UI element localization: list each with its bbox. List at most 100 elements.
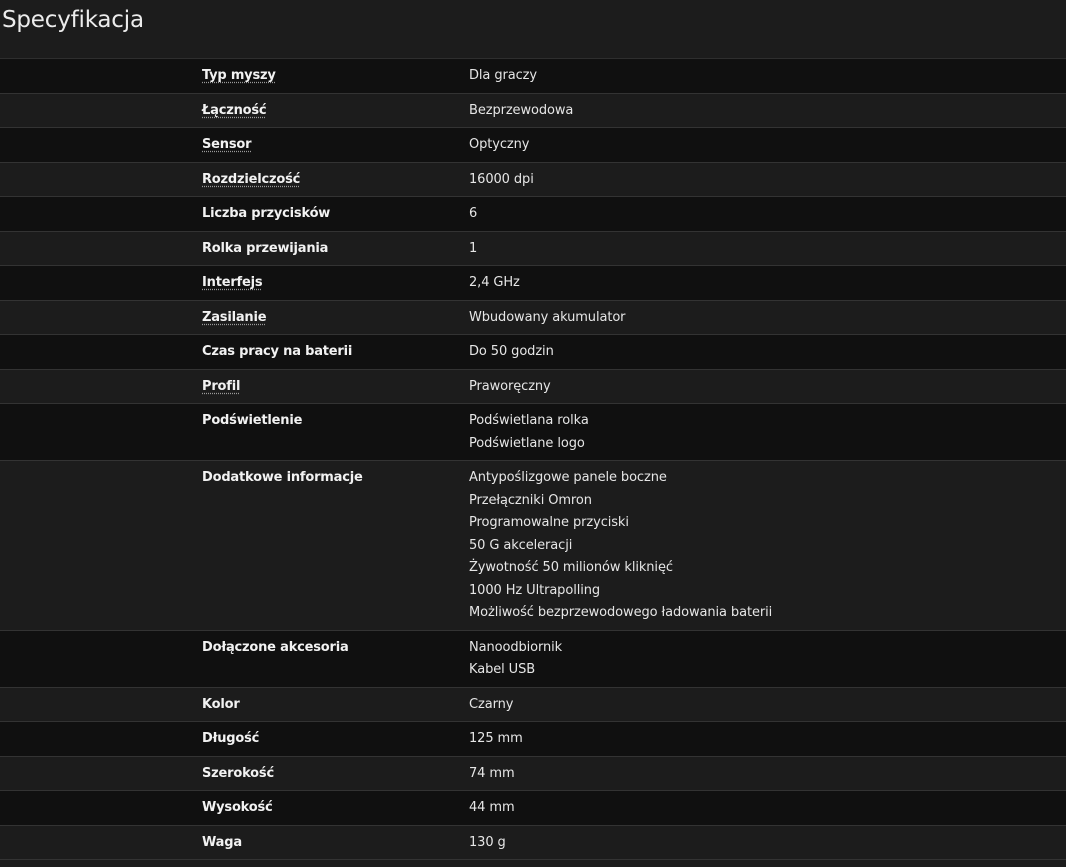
- spec-label-cell: Wysokość: [202, 790, 469, 826]
- spec-label-cell: Zasilanie: [202, 300, 469, 335]
- spec-value: Optyczny: [469, 137, 530, 152]
- spec-row-spacer: [0, 93, 202, 128]
- spec-value-cell: Do 50 godzin: [469, 334, 1066, 370]
- spec-label-cell: Rozdzielczość: [202, 162, 469, 197]
- spec-label-tooltip-term[interactable]: Rozdzielczość: [202, 172, 300, 187]
- spec-label-cell: Typ myszy: [202, 58, 469, 94]
- spec-value: Wbudowany akumulator: [469, 309, 626, 325]
- spec-label-cell: Waga: [202, 825, 469, 860]
- spec-value: 74 mm: [469, 765, 515, 781]
- spec-value-cell: 44 mm: [469, 790, 1066, 826]
- spec-row: Rozdzielczość 16000 dpi: [0, 162, 1066, 197]
- spec-row-spacer: [0, 196, 202, 232]
- spec-value: 1: [469, 240, 478, 256]
- spec-label: Waga: [202, 834, 242, 850]
- spec-label-cell: Sensor: [202, 127, 469, 163]
- spec-label-cell: Podświetlenie: [202, 403, 469, 461]
- spec-row: Liczba przycisków 6: [0, 196, 1066, 232]
- spec-label-cell: Dołączone akcesoria: [202, 630, 469, 688]
- spec-value-cell: Dla graczy: [469, 58, 1066, 94]
- spec-value-cell: Praworęczny: [469, 369, 1066, 404]
- page-title: Specyfikacja: [2, 7, 144, 33]
- spec-label: Czas pracy na baterii: [202, 344, 353, 359]
- spec-value: Nanoodbiornik: [469, 639, 563, 655]
- spec-value: 1000 Hz Ultrapolling: [469, 582, 601, 598]
- spec-row-spacer: [0, 403, 202, 461]
- spec-value: Praworęczny: [469, 378, 551, 394]
- spec-value: Kabel USB: [469, 662, 536, 677]
- spec-label-cell: Łączność: [202, 93, 469, 128]
- spec-label-cell: Profil: [202, 369, 469, 404]
- spec-value: Do 50 godzin: [469, 344, 554, 359]
- spec-label-cell: Liczba przycisków: [202, 196, 469, 232]
- spec-label-tooltip-term[interactable]: Typ myszy: [202, 68, 276, 83]
- spec-label: Wysokość: [202, 800, 273, 815]
- spec-value-cell: 16000 dpi: [469, 162, 1066, 197]
- spec-label-tooltip-term[interactable]: Interfejs: [202, 275, 263, 290]
- spec-value: Możliwość bezprzewodowego ładowania bate…: [469, 605, 773, 620]
- spec-label-cell: Rolka przewijania: [202, 231, 469, 266]
- spec-value: Antypoślizgowe panele boczne: [469, 470, 667, 485]
- spec-row-spacer: [0, 790, 202, 826]
- spec-value: 6: [469, 206, 478, 221]
- spec-row: Łączność Bezprzewodowa: [0, 93, 1066, 128]
- spec-label-cell: Dodatkowe informacje: [202, 460, 469, 631]
- spec-value: 130 g: [469, 834, 506, 850]
- spec-value: Czarny: [469, 696, 514, 712]
- spec-value-cell: 125 mm: [469, 721, 1066, 757]
- spec-row: Szerokość 74 mm: [0, 756, 1066, 791]
- spec-label-cell: Długość: [202, 721, 469, 757]
- spec-value: Przełączniki Omron: [469, 492, 592, 508]
- spec-value: 2,4 GHz: [469, 275, 520, 290]
- spec-value-cell: Antypoślizgowe panele boczne Przełączniki…: [469, 460, 1066, 631]
- spec-value-cell: 2,4 GHz: [469, 265, 1066, 301]
- spec-row-spacer: [0, 127, 202, 163]
- spec-value: Bezprzewodowa: [469, 102, 574, 118]
- spec-row-spacer: [0, 721, 202, 757]
- spec-label: Podświetlenie: [202, 413, 303, 428]
- spec-label: Liczba przycisków: [202, 206, 331, 221]
- spec-row: Profil Praworęczny: [0, 369, 1066, 404]
- spec-label: Szerokość: [202, 765, 274, 781]
- spec-value: 125 mm: [469, 731, 523, 746]
- spec-row: Czas pracy na baterii Do 50 godzin: [0, 334, 1066, 370]
- spec-row: Interfejs 2,4 GHz: [0, 265, 1066, 301]
- spec-row-spacer: [0, 756, 202, 791]
- spec-row: Typ myszy Dla graczy: [0, 58, 1066, 94]
- spec-value: 50 G akceleracji: [469, 537, 573, 553]
- spec-row-spacer: [0, 162, 202, 197]
- spec-row-spacer: [0, 687, 202, 722]
- spec-value: Dla graczy: [469, 68, 537, 83]
- spec-row: Sensor Optyczny: [0, 127, 1066, 163]
- spec-label-tooltip-term[interactable]: Profil: [202, 379, 240, 394]
- spec-row-spacer: [0, 300, 202, 335]
- spec-label-tooltip-term[interactable]: Zasilanie: [202, 310, 267, 325]
- spec-value-cell: 74 mm: [469, 756, 1066, 791]
- spec-row: Dołączone akcesoria Nanoodbiornik Kabel US…: [0, 630, 1066, 688]
- spec-label-tooltip-term[interactable]: Sensor: [202, 137, 252, 152]
- spec-value-cell: Wbudowany akumulator: [469, 300, 1066, 335]
- spec-value-cell: Optyczny: [469, 127, 1066, 163]
- spec-label: Rolka przewijania: [202, 240, 329, 256]
- spec-label-tooltip-term[interactable]: Łączność: [202, 103, 267, 118]
- spec-row-spacer: [0, 460, 202, 631]
- spec-value: 16000 dpi: [469, 171, 534, 187]
- spec-label: Długość: [202, 731, 260, 746]
- spec-label: Dołączone akcesoria: [202, 639, 349, 655]
- spec-row: Dodatkowe informacje Antypoślizgowe panel…: [0, 460, 1066, 631]
- spec-row: Długość 125 mm: [0, 721, 1066, 757]
- spec-row-spacer: [0, 231, 202, 266]
- spec-row-spacer: [0, 630, 202, 688]
- spec-value: Programowalne przyciski: [469, 515, 629, 530]
- spec-table: Typ myszy Dla graczy Łączność Bezprzewodowa…: [0, 58, 1066, 860]
- spec-row-spacer: [0, 265, 202, 301]
- spec-value-cell: Czarny: [469, 687, 1066, 722]
- spec-label: Dodatkowe informacje: [202, 470, 363, 485]
- spec-row-spacer: [0, 369, 202, 404]
- spec-value-cell: Podświetlana rolka Podświetlane logo: [469, 403, 1066, 461]
- spec-value-cell: 130 g: [469, 825, 1066, 860]
- spec-row: Rolka przewijania 1: [0, 231, 1066, 266]
- spec-value: Podświetlana rolka: [469, 413, 589, 428]
- spec-label-cell: Szerokość: [202, 756, 469, 791]
- spec-row: Waga 130 g: [0, 825, 1066, 860]
